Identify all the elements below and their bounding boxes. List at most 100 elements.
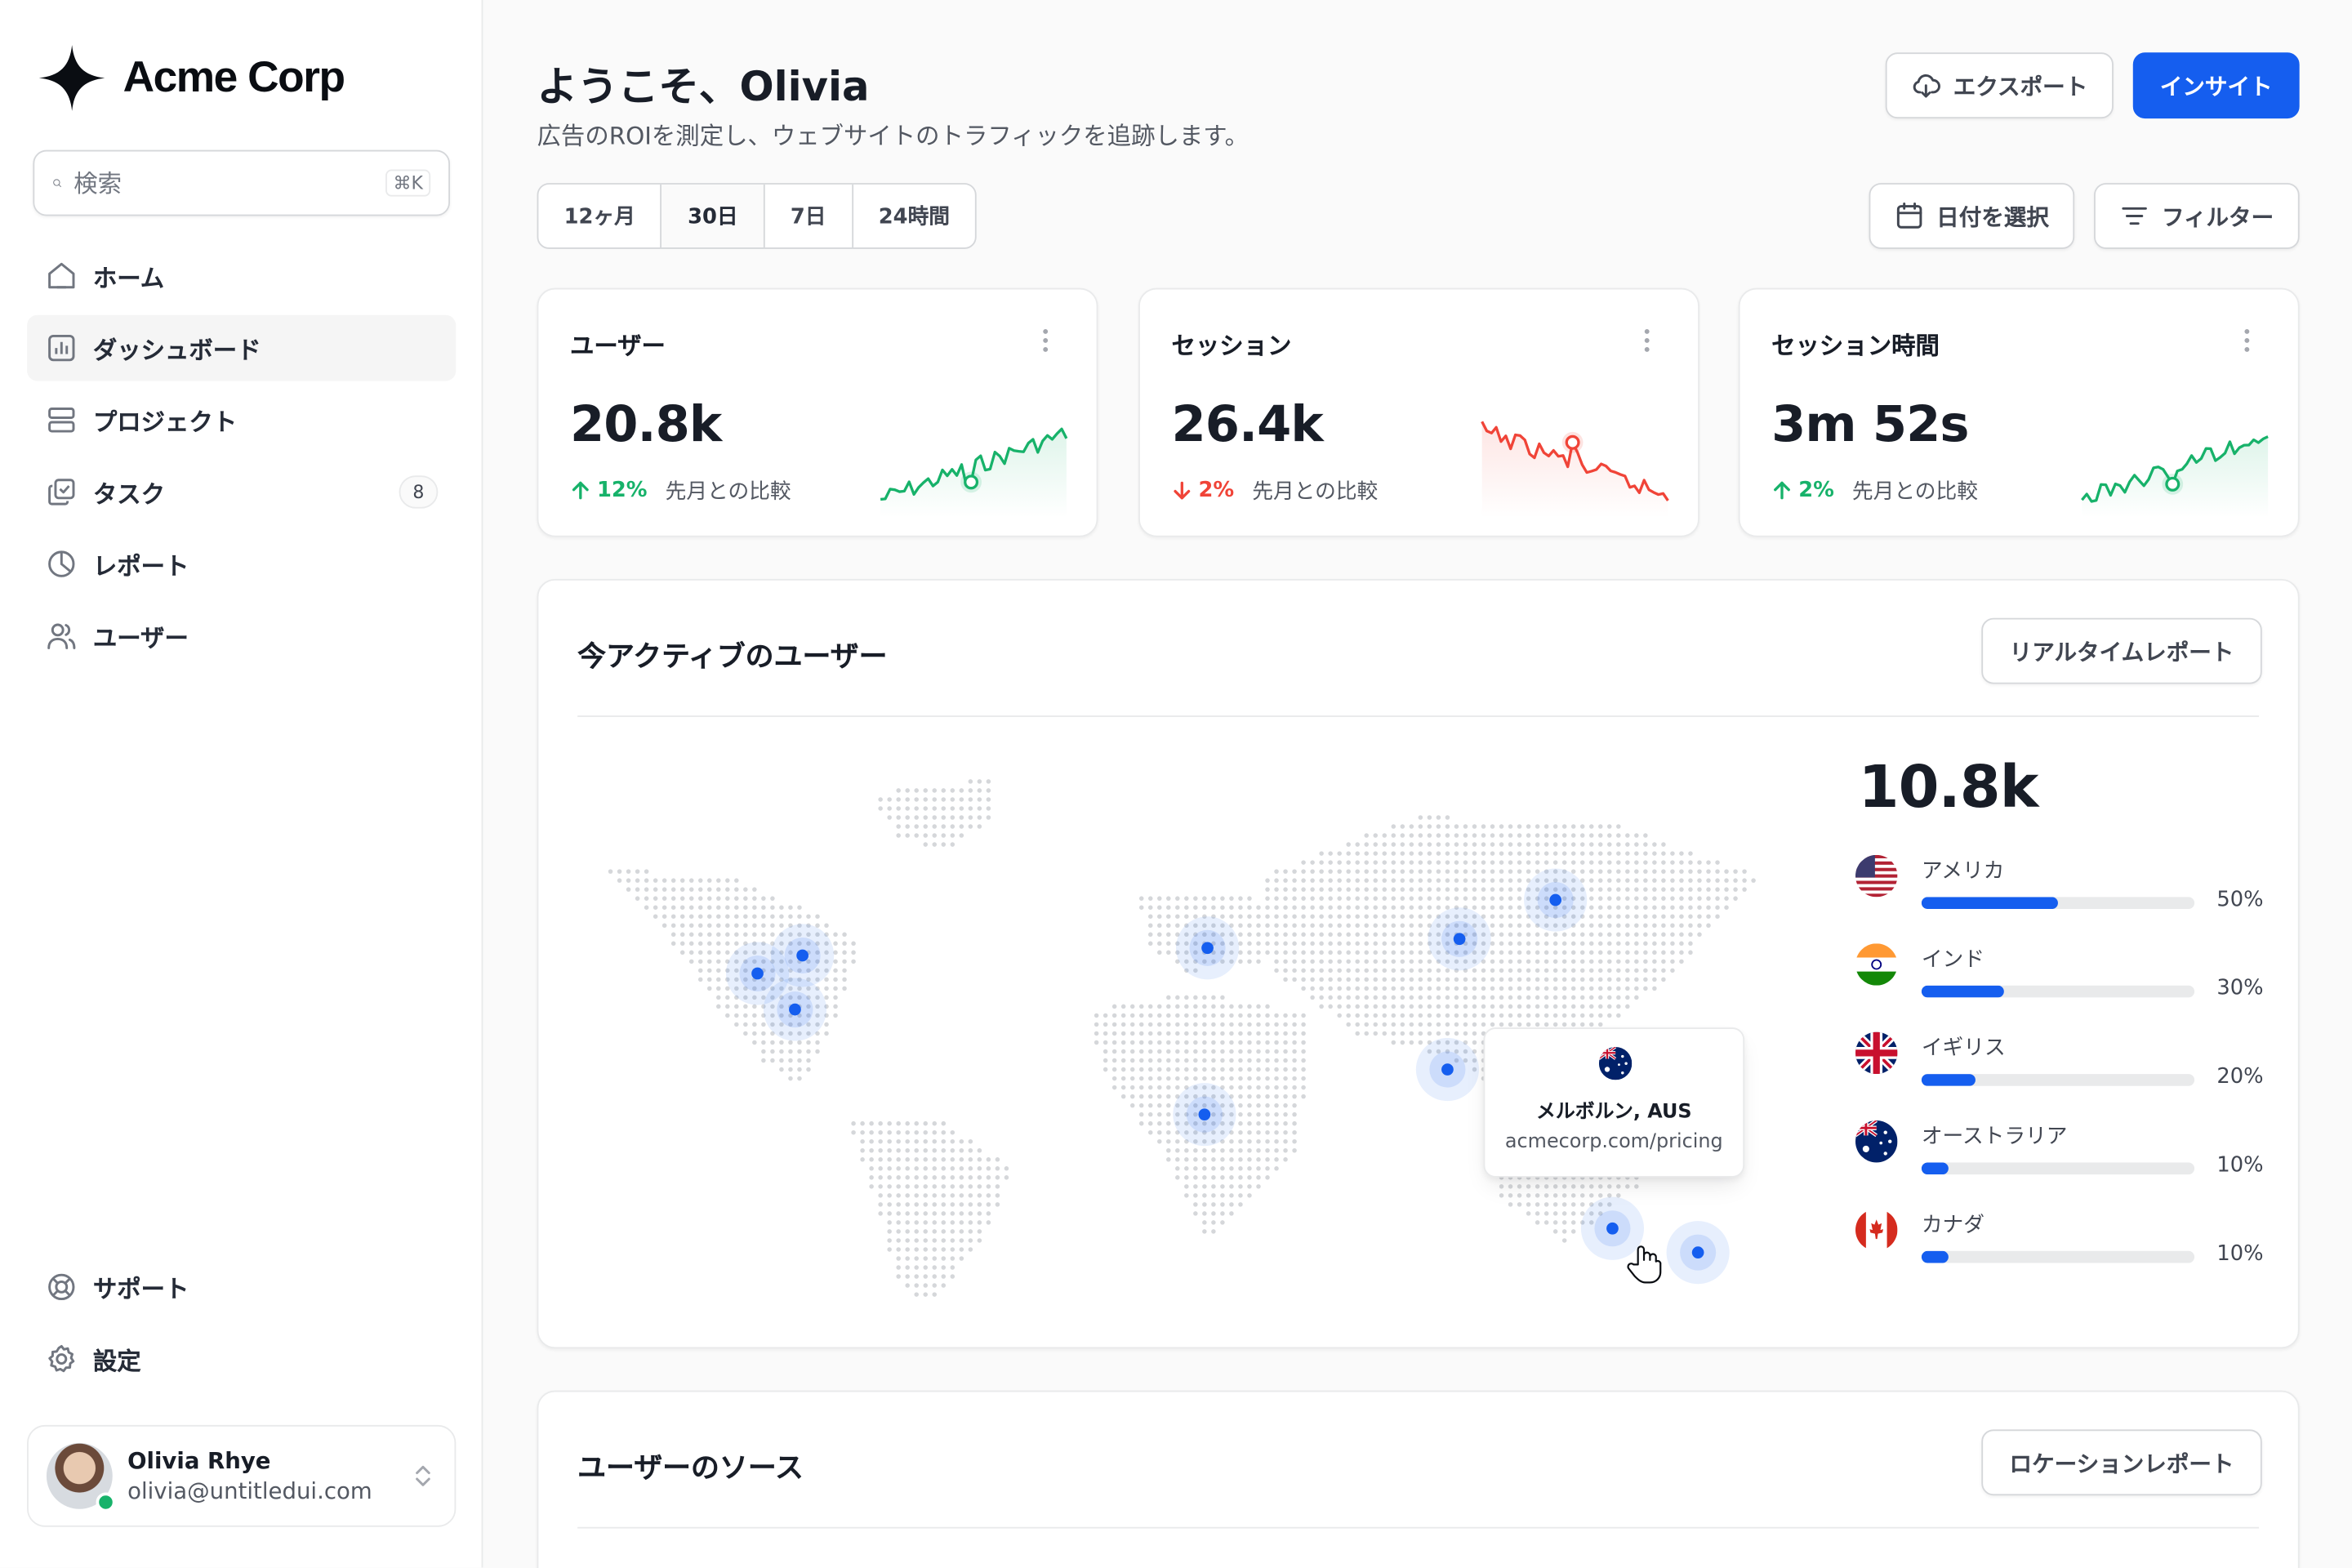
map-dot xyxy=(878,1211,883,1216)
logo[interactable]: Acme Corp xyxy=(36,42,345,114)
more-vertical-icon[interactable] xyxy=(1632,326,1662,356)
more-vertical-icon[interactable] xyxy=(2232,326,2262,356)
map-dot xyxy=(1256,1067,1261,1072)
map-dot xyxy=(1157,1111,1162,1117)
map-dot xyxy=(1355,905,1360,910)
map-dot xyxy=(1561,1211,1567,1216)
map-dot xyxy=(1715,878,1720,883)
map-dot xyxy=(1175,914,1180,919)
sidebar-item-settings[interactable]: 設定 xyxy=(27,1326,456,1392)
export-button[interactable]: エクスポート xyxy=(1885,52,2114,119)
sidebar-item-reports[interactable]: レポート xyxy=(27,531,456,597)
map-dot xyxy=(644,896,649,901)
map-dot xyxy=(1364,986,1369,991)
map-dot xyxy=(1373,851,1379,856)
more-vertical-icon[interactable] xyxy=(1031,326,1061,356)
map-dot xyxy=(1120,1013,1126,1018)
map-dot xyxy=(1427,905,1432,910)
map-dot xyxy=(1193,1067,1198,1072)
map-dot xyxy=(1328,968,1333,973)
map-dot xyxy=(1472,1040,1477,1045)
tab-30-days[interactable]: 30日 xyxy=(662,184,765,248)
map-dot xyxy=(707,914,712,919)
map-dot xyxy=(833,959,838,964)
map-dot xyxy=(662,923,667,928)
map-dot xyxy=(1616,905,1621,910)
map-dot xyxy=(788,1058,793,1063)
map-dot xyxy=(1544,968,1549,973)
map-dot xyxy=(950,1220,956,1225)
map-dot xyxy=(914,1129,919,1135)
sidebar-item-home[interactable]: ホーム xyxy=(27,243,456,310)
map-dot xyxy=(1742,878,1747,883)
filter-button[interactable]: フィルター xyxy=(2094,183,2300,249)
map-dot xyxy=(1508,941,1513,947)
map-dot xyxy=(968,1229,973,1234)
map-dot xyxy=(1310,995,1315,1000)
map-dot xyxy=(1220,896,1225,901)
map-dot xyxy=(1570,1022,1576,1027)
map-dot xyxy=(1238,923,1243,928)
map-dot xyxy=(1175,896,1180,901)
map-dot xyxy=(1436,986,1441,991)
map-dot xyxy=(1499,986,1504,991)
tab-12-months[interactable]: 12ヶ月 xyxy=(538,184,662,248)
map-dot xyxy=(1607,986,1612,991)
map-dot xyxy=(1247,1076,1252,1081)
map-dot xyxy=(1292,968,1297,973)
map-dot xyxy=(725,950,730,956)
map-dot xyxy=(1147,1085,1153,1090)
chevron-selector-icon[interactable] xyxy=(409,1463,436,1490)
map-dot xyxy=(1652,842,1657,847)
date-picker-button[interactable]: 日付を選択 xyxy=(1869,183,2075,249)
realtime-report-button[interactable]: リアルタイムレポート xyxy=(1981,617,2262,684)
map-dot xyxy=(1552,986,1558,991)
map-dot xyxy=(1445,995,1450,1000)
map-dot xyxy=(1193,914,1198,919)
map-dot xyxy=(932,1211,938,1216)
map-dot xyxy=(1652,923,1657,928)
map-dot xyxy=(1661,950,1666,956)
map-dot xyxy=(679,923,685,928)
map-dot xyxy=(1229,905,1234,910)
map-dot xyxy=(1292,1076,1297,1081)
map-dot xyxy=(1265,1102,1270,1108)
map-dot xyxy=(1147,1094,1153,1099)
sidebar-item-users[interactable]: ユーザー xyxy=(27,603,456,669)
location-marker xyxy=(751,967,764,980)
sidebar-item-projects[interactable]: プロジェクト xyxy=(27,387,456,453)
tab-24-hours[interactable]: 24時間 xyxy=(853,185,976,247)
map-dot xyxy=(688,959,694,964)
map-dot xyxy=(1544,851,1549,856)
map-dot xyxy=(1157,896,1162,901)
account-card[interactable]: Olivia Rhye olivia@untitledui.com xyxy=(27,1424,457,1527)
search-box[interactable]: ⌘K xyxy=(33,149,451,216)
tab-7-days[interactable]: 7日 xyxy=(765,184,853,248)
map-dot xyxy=(1499,1184,1504,1189)
map-dot xyxy=(734,1004,739,1009)
map-dot xyxy=(977,1166,982,1171)
map-dot xyxy=(1147,932,1153,938)
map-dot xyxy=(1229,1013,1234,1018)
map-dot xyxy=(1400,851,1405,856)
search-input[interactable] xyxy=(74,168,374,198)
insight-button[interactable]: インサイト xyxy=(2132,52,2300,119)
map-dot xyxy=(1570,842,1576,847)
map-dot xyxy=(950,833,956,838)
map-dot xyxy=(1175,1040,1180,1045)
map-dot xyxy=(1202,1067,1207,1072)
location-marker xyxy=(1691,1246,1704,1258)
metric-title: セッション xyxy=(1171,331,1292,360)
location-report-button[interactable]: ロケーションレポート xyxy=(1981,1429,2262,1496)
sidebar-item-dashboard[interactable]: ダッシュボード xyxy=(27,314,457,381)
map-dot xyxy=(1256,959,1261,964)
map-dot xyxy=(896,1265,901,1270)
sidebar-item-support[interactable]: サポート xyxy=(27,1254,456,1320)
map-dot xyxy=(1229,1067,1234,1072)
map-dot xyxy=(1616,1004,1621,1009)
map-dot xyxy=(887,1238,892,1243)
map-dot xyxy=(1247,896,1252,901)
sidebar-item-tasks[interactable]: タスク 8 xyxy=(27,459,456,525)
map-dot xyxy=(1138,1067,1144,1072)
map-dot xyxy=(1166,932,1171,938)
